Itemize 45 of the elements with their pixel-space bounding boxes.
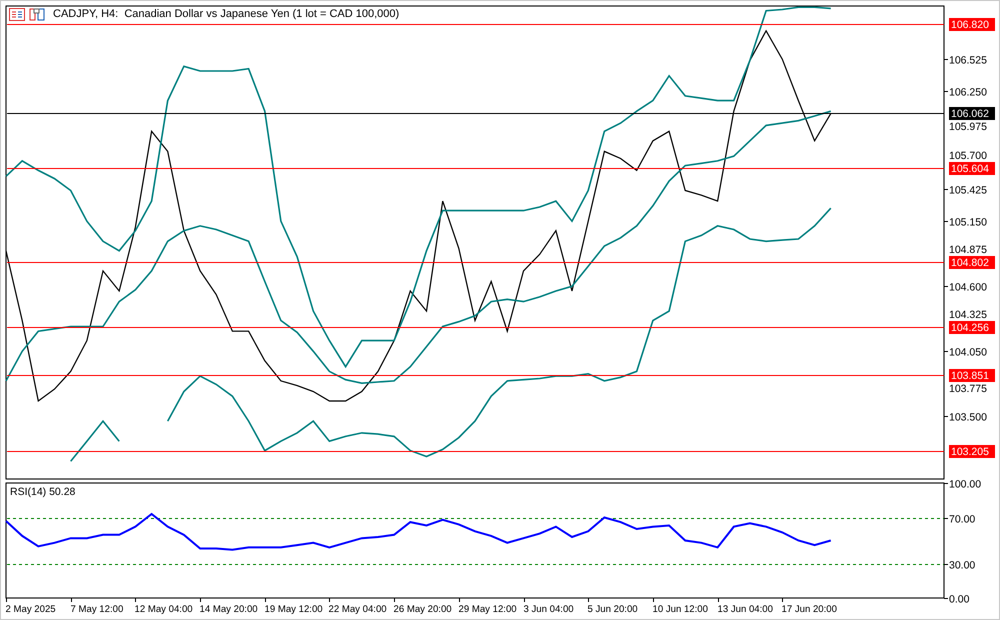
indicator-label: RSI(14) 50.28: [10, 486, 76, 498]
axis-tick-label: 103.500: [949, 412, 987, 424]
series-label: 104.256: [951, 322, 990, 334]
axis-tick-label: 105.700: [949, 150, 987, 162]
price-level-label: 106.820: [949, 18, 995, 31]
series-label: 103.851: [951, 370, 990, 382]
axis-tick-label: 70.00: [949, 514, 976, 526]
date-axis-label: 3 Jun 04:00: [524, 604, 574, 615]
date-axis-label: 13 Jun 04:00: [718, 604, 773, 615]
axis-tick-label: 106.250: [949, 86, 987, 98]
axis-tick-label: 105.425: [949, 184, 987, 196]
price-level-label: 103.851: [949, 369, 995, 382]
axis-tick-label: 105.975: [949, 121, 987, 133]
axis-tick-label: 104.050: [949, 346, 987, 358]
axis-tick-label: 104.325: [949, 309, 987, 321]
date-axis-label: 5 Jun 20:00: [588, 604, 638, 615]
date-axis-label: 19 May 12:00: [264, 604, 323, 615]
date-axis-label: 29 May 12:00: [458, 604, 517, 615]
series-label: 103.205: [951, 446, 990, 458]
date-axis-label: 26 May 20:00: [394, 604, 452, 615]
axis-tick-label: 106.525: [949, 54, 987, 66]
price-level-label: 105.604: [949, 162, 995, 175]
axis-tick-label: 104.600: [949, 282, 987, 294]
chart-title: CADJPY, H4: Canadian Dollar vs Japanese Yen (1 lot = CAD 100,000): [53, 8, 400, 21]
axis-tick-label: 100.00: [949, 478, 982, 490]
date-axis-label: 2 May 2025: [6, 604, 56, 615]
date-axis-label: 10 Jun 12:00: [652, 604, 708, 615]
axis-tick-label: 0.00: [949, 594, 970, 606]
series-label: 106.820: [951, 19, 990, 31]
series-label: 106.062: [951, 108, 990, 120]
price-level-label: 104.802: [949, 256, 995, 269]
date-axis-label: 14 May 20:00: [200, 604, 258, 615]
date-axis-label: 12 May 04:00: [134, 604, 193, 615]
series-label: 104.802: [951, 257, 990, 269]
axis-tick-label: 105.150: [949, 216, 987, 228]
price-level-label: 106.062: [949, 107, 995, 120]
date-axis-label: 22 May 04:00: [328, 604, 387, 615]
price-level-label: 103.205: [949, 445, 995, 458]
price-level-label: 104.256: [949, 321, 995, 334]
axis-tick-label: 103.775: [949, 383, 987, 395]
axis-tick-label: 30.00: [949, 560, 976, 572]
axis-tick-label: 104.875: [949, 244, 987, 256]
series-label: 105.604: [951, 163, 990, 175]
date-axis-label: 17 Jun 20:00: [782, 604, 837, 615]
date-axis-label: 7 May 12:00: [70, 604, 124, 615]
